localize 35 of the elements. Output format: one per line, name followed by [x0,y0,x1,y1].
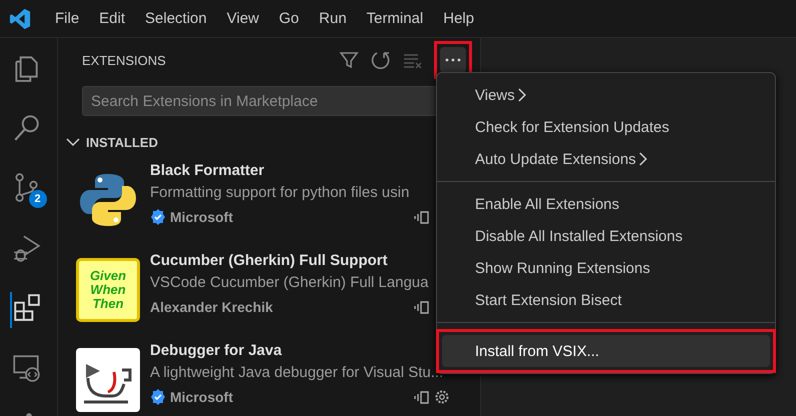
more-actions-button[interactable] [440,47,466,73]
menu-item[interactable]: Install from VSIX... [442,335,770,367]
menu-bar-item[interactable]: File [45,10,90,27]
menu-item[interactable]: Auto Update Extensions [437,143,775,175]
menu-item[interactable]: Disable All Installed Extensions [437,220,775,252]
menu-bar-item[interactable]: Help [433,10,484,27]
extension-publisher: Microsoft [170,389,234,405]
section-title[interactable]: INSTALLED [86,134,158,150]
refresh-icon[interactable] [370,49,392,71]
menu-bar-item[interactable]: Run [309,10,357,27]
menu-item[interactable]: Start Extension Bisect [437,284,775,316]
extension-description: VSCode Cucumber (Gherkin) Full Langua [150,274,430,293]
ellipsis-icon [445,58,461,62]
menu-item[interactable]: Enable All Extensions [437,188,775,220]
source-control-tab[interactable]: 2 [10,172,46,208]
menu-bar-item[interactable]: Terminal [356,10,434,27]
sync-icon[interactable] [414,209,430,225]
extension-description: A lightweight Java debugger for Visual Stu... [150,364,444,383]
cup-logo-icon [76,348,140,412]
menu-bar-item[interactable]: View [216,10,269,27]
menu-bar-item[interactable]: Selection [135,10,217,27]
settings-icon[interactable] [434,389,450,405]
menu-bar-item[interactable]: Edit [89,10,136,27]
count-badge: 2 [28,190,46,208]
menu-item[interactable]: Show Running Extensions [437,252,775,284]
menu-bar-item[interactable]: Go [269,10,310,27]
sync-icon[interactable] [414,299,430,315]
sync-icon[interactable] [414,389,430,405]
app-logo-icon [9,8,31,30]
gherkin-logo: Given When Then [76,258,140,322]
extension-publisher: Alexander Krechik [150,299,274,315]
filter-icon[interactable] [338,49,360,71]
extension-publisher: Microsoft [170,209,234,225]
sidebar-title: EXTENSIONS [82,52,167,68]
extension-description: Formatting support for python files usin [150,184,410,203]
